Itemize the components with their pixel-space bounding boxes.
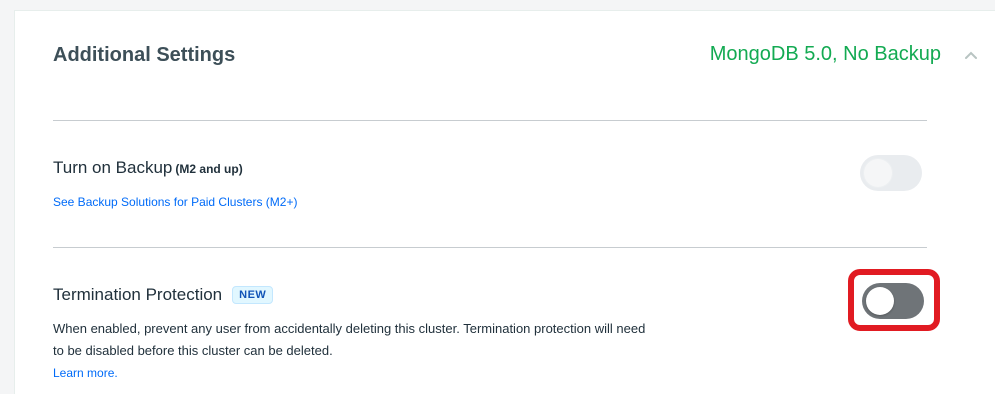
learn-more-link[interactable]: Learn more.: [53, 362, 118, 384]
termination-protection-toggle[interactable]: [862, 283, 924, 319]
new-badge: NEW: [232, 286, 274, 304]
additional-settings-card: Additional Settings MongoDB 5.0, No Back…: [14, 10, 995, 394]
toggle-knob: [864, 159, 892, 187]
toggle-knob: [866, 287, 894, 315]
termination-title-row: Termination Protection NEW: [53, 285, 274, 305]
backup-tier-note: (M2 and up): [175, 162, 243, 176]
divider: [53, 120, 927, 121]
chevron-up-icon[interactable]: [965, 51, 977, 59]
settings-summary: MongoDB 5.0, No Backup: [709, 43, 941, 65]
backup-title-row: Turn on Backup (M2 and up): [53, 158, 243, 178]
backup-toggle[interactable]: [860, 155, 922, 191]
section-title: Additional Settings: [53, 44, 236, 66]
termination-description: When enabled, prevent any user from acci…: [53, 318, 653, 384]
backup-title: Turn on Backup: [53, 158, 173, 177]
backup-solutions-link[interactable]: See Backup Solutions for Paid Clusters (…: [53, 195, 297, 209]
termination-title: Termination Protection: [53, 285, 223, 304]
divider: [53, 247, 927, 248]
